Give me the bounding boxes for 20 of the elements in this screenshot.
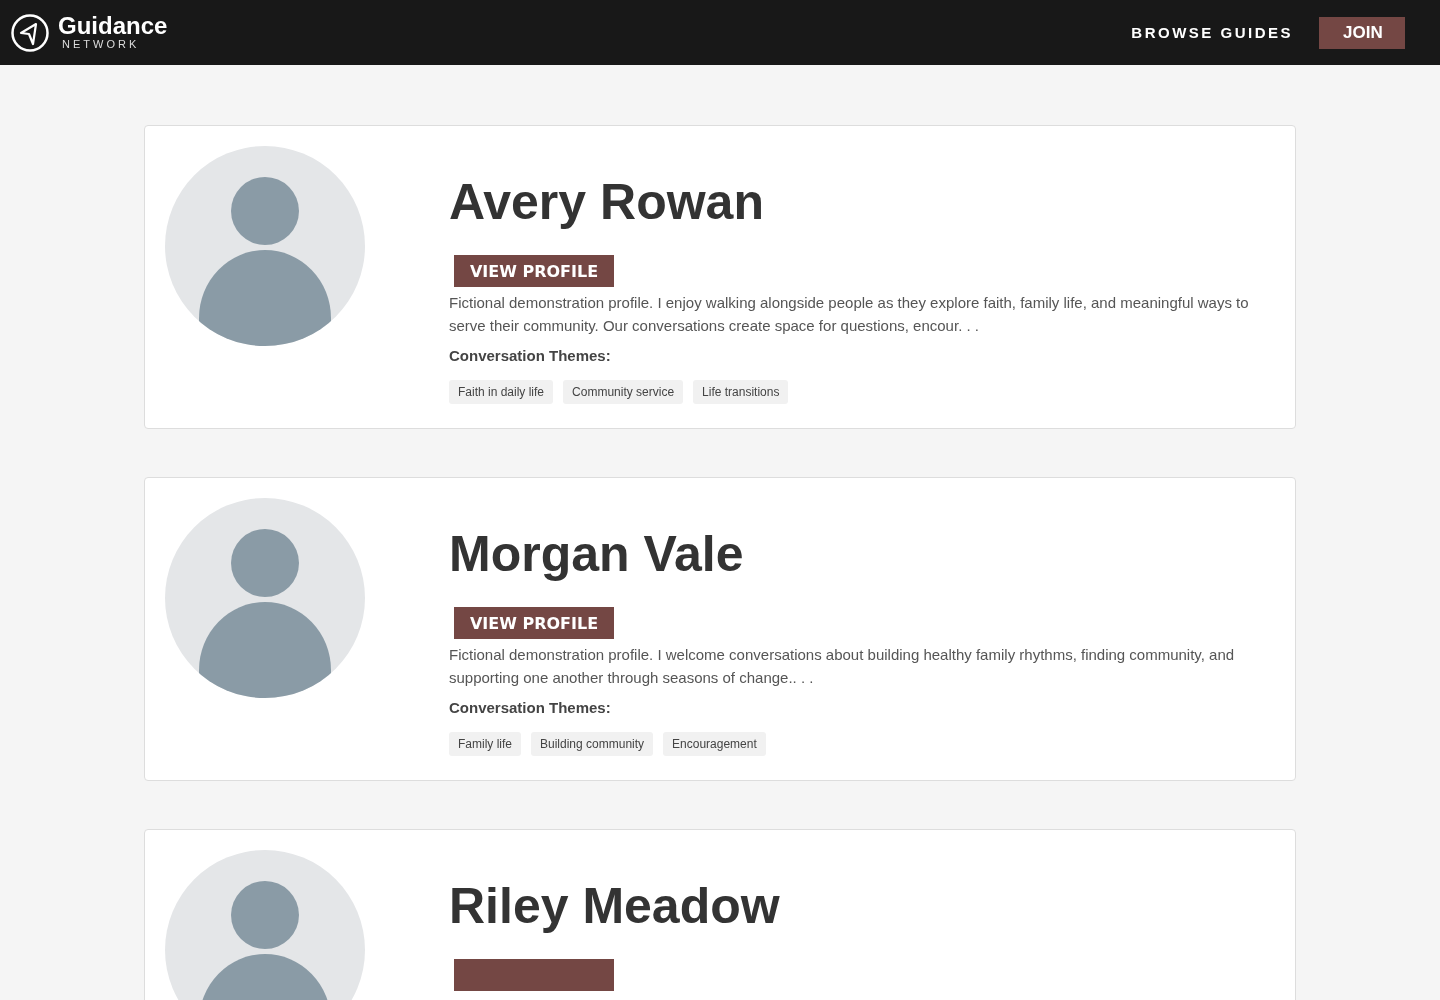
browse-guides-link[interactable]: BROWSE GUIDES	[1131, 24, 1293, 41]
theme-tag: Faith in daily life	[449, 380, 554, 404]
guide-name: Riley Meadow	[449, 878, 780, 934]
brand-name: Guidance	[58, 14, 168, 38]
view-profile-button[interactable]	[454, 959, 614, 991]
theme-tag: Building community	[531, 732, 654, 756]
view-profile-button[interactable]: VIEW PROFILE	[454, 255, 614, 287]
themes-label: Conversation Themes:	[449, 699, 611, 716]
profile-description: Fictional demonstration profile. I welcome conversations about building healthy family rhythms, finding community, and supporting one another through seasons of change.. . .	[449, 645, 1236, 688]
guide-name: Avery Rowan	[449, 174, 764, 230]
join-button[interactable]: JOIN	[1319, 16, 1405, 49]
theme-tag: Encouragement	[663, 732, 766, 756]
theme-tag: Family life	[449, 732, 521, 756]
profile-description: Fictional demonstration profile. I enjoy walking alongside people as they explore faith, family life, and meaningful ways to serve their community. Our conversations create space for questions, encour. . .	[449, 293, 1250, 336]
view-profile-button[interactable]: VIEW PROFILE	[454, 607, 614, 639]
guide-name: Morgan Vale	[449, 526, 744, 582]
brand-subtitle: NETWORK	[62, 38, 141, 51]
theme-tag: Life transitions	[693, 380, 789, 404]
theme-tag: Community service	[563, 380, 684, 404]
themes-label: Conversation Themes:	[449, 347, 611, 364]
